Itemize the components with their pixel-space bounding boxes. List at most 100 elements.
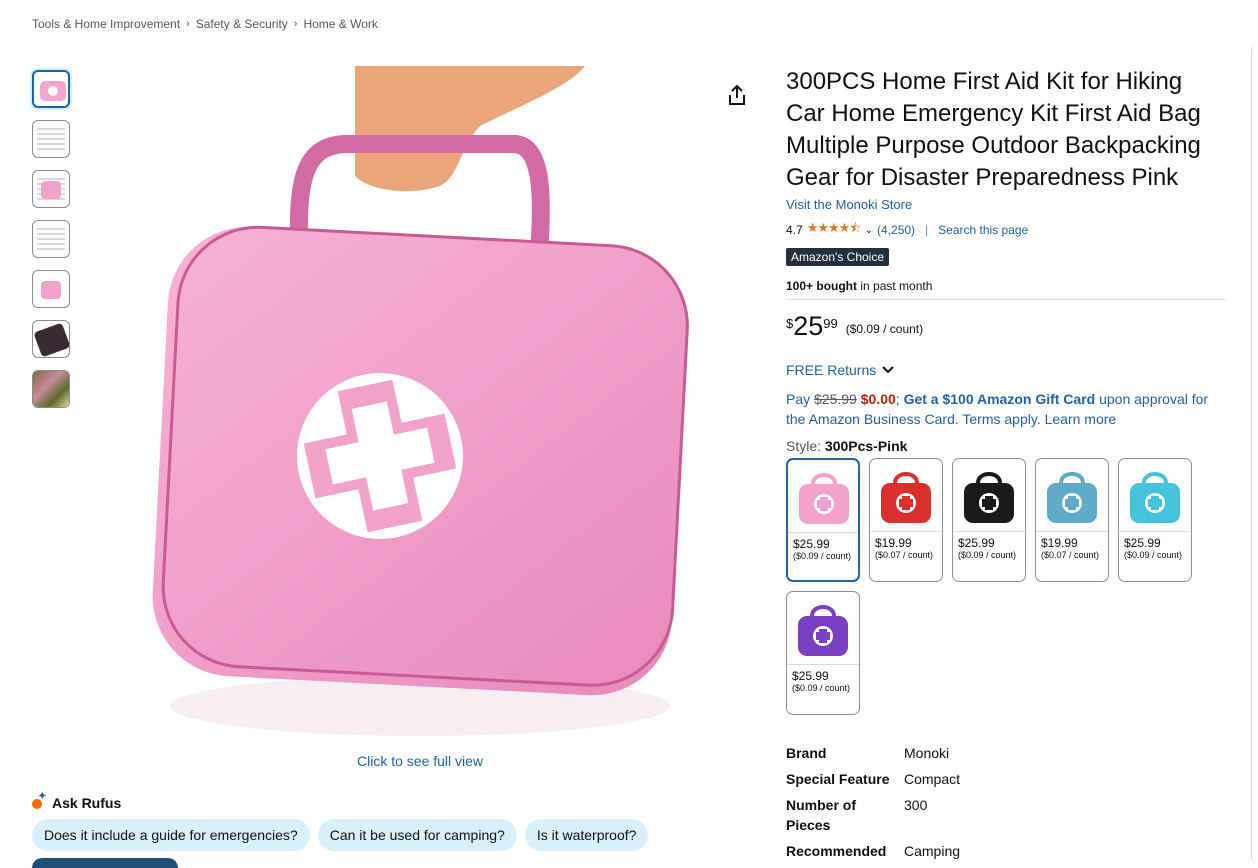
thumbnail-6[interactable] [32, 320, 70, 358]
chevron-down-icon [882, 366, 894, 374]
share-icon[interactable] [726, 84, 748, 106]
swatch-image [1130, 472, 1180, 523]
swatch-divider [953, 531, 1025, 532]
swatch-price: $25.99 [958, 536, 995, 550]
swatch-image [799, 473, 849, 524]
swatch-unit-price: ($0.07 / count) [1041, 550, 1100, 560]
style-swatches: $25.99 ($0.09 / count) $19.99 ($0.07 / coun… [786, 458, 1206, 715]
price-symbol: $ [786, 316, 794, 331]
rufus-icon [32, 791, 46, 810]
price-fraction: 99 [823, 316, 838, 331]
offer-new-price: $0.00 [860, 391, 896, 407]
style-swatch[interactable]: $25.99 ($0.09 / count) [786, 458, 860, 582]
free-returns-label: FREE Returns [786, 362, 877, 378]
product-title: 300PCS Home First Aid Kit for Hiking Car… [786, 68, 1201, 191]
business-card-offer[interactable]: Pay $25.99 $0.00; Get a $100 Amazon Gift… [786, 389, 1226, 429]
ask-rufus: Ask Rufus [32, 791, 122, 811]
swatch-price: $19.99 [1041, 536, 1078, 550]
swatch-image [964, 472, 1014, 523]
offer-gift-card: Get a $100 Amazon Gift Card [903, 391, 1096, 407]
spec-key: Special Feature [786, 771, 890, 787]
ask-rufus-title: Ask Rufus [52, 795, 122, 811]
swatch-price: $25.99 [1124, 536, 1161, 550]
style-swatch[interactable]: $19.99 ($0.07 / count) [869, 458, 943, 582]
spec-table: Brand Monoki Special Feature Compact Number … [786, 743, 960, 867]
thumbnail-3[interactable] [32, 170, 70, 208]
rufus-chip-guide[interactable]: Does it include a guide for emergencies? [32, 819, 310, 851]
rufus-chip-camping[interactable]: Can it be used for camping? [317, 819, 517, 851]
spec-key: Recommended [786, 843, 887, 859]
spec-value: Camping [904, 843, 961, 859]
search-page-link[interactable]: Search this page [938, 223, 1028, 237]
swatch-divider [1036, 531, 1108, 532]
style-swatch[interactable]: $25.99 ($0.09 / count) [952, 458, 1026, 582]
price: $ 25 99 ($0.09 / count) [786, 312, 1226, 340]
thumbnail-7[interactable] [32, 370, 70, 408]
swatch-price: $25.99 [793, 537, 830, 551]
bought-rest: in past month [857, 279, 933, 293]
thumbnail-2[interactable] [32, 120, 70, 158]
spec-value: 300 [904, 797, 928, 813]
thumbnail-4[interactable] [32, 220, 70, 258]
rufus-ask-button[interactable] [32, 858, 178, 868]
swatch-divider [1119, 531, 1191, 532]
price-per-unit: ($0.09 / count) [845, 322, 924, 336]
side-panel-edge [1251, 44, 1258, 864]
swatch-unit-price: ($0.09 / count) [793, 551, 852, 561]
store-link[interactable]: Visit the Monoki Store [786, 197, 1226, 212]
rating-row: 4.7 ★★★★⯪ ⌄ (4,250) | Search this page [786, 219, 1226, 241]
breadcrumb: Tools & Home Improvement › Safety & Secu… [32, 17, 378, 31]
swatch-unit-price: ($0.09 / count) [958, 550, 1017, 560]
style-swatch[interactable]: $25.99 ($0.09 / count) [786, 591, 860, 715]
spec-row: Brand Monoki [786, 743, 960, 763]
swatch-unit-price: ($0.09 / count) [1124, 550, 1183, 560]
divider: | [925, 223, 929, 237]
swatch-unit-price: ($0.09 / count) [792, 683, 851, 693]
product-details: 300PCS Home First Aid Kit for Hiking Car… [786, 66, 1226, 715]
style-label-key: Style: [786, 438, 825, 454]
spec-row: Special Feature Compact [786, 769, 960, 789]
swatch-price: $25.99 [792, 669, 829, 683]
thumbnail-1[interactable] [32, 70, 70, 108]
swatch-divider [787, 664, 859, 665]
breadcrumb-item-safety[interactable]: Safety & Security [196, 17, 288, 31]
swatch-divider [788, 532, 858, 533]
rufus-chip-waterproof[interactable]: Is it waterproof? [524, 819, 649, 851]
offer-separator: ; [895, 391, 904, 407]
breadcrumb-item-tools[interactable]: Tools & Home Improvement [32, 17, 180, 31]
free-returns-link[interactable]: FREE Returns [786, 362, 1226, 378]
spec-key: Number of Pieces [786, 797, 856, 833]
bought-bold: 100+ bought [786, 279, 858, 293]
bought-count: 100+ bought in past month [786, 279, 1226, 300]
style-swatch[interactable]: $25.99 ($0.09 / count) [1118, 458, 1192, 582]
swatch-image [1047, 472, 1097, 523]
breadcrumb-separator: › [186, 18, 190, 30]
chevron-down-icon[interactable]: ⌄ [865, 225, 873, 236]
spec-row: Recommended Camping [786, 841, 960, 861]
rating-value: 4.7 [786, 223, 803, 237]
swatch-price: $19.99 [875, 536, 912, 550]
swatch-image [798, 605, 848, 656]
swatch-divider [870, 531, 942, 532]
rufus-chips: Does it include a guide for emergencies?… [32, 819, 649, 851]
offer-old-price: $25.99 [814, 391, 857, 407]
full-view-link[interactable]: Click to see full view [357, 753, 483, 769]
style-value: 300Pcs-Pink [824, 438, 908, 454]
swatch-unit-price: ($0.07 / count) [875, 550, 934, 560]
spec-value: Monoki [904, 745, 950, 761]
style-label: Style: 300Pcs-Pink [786, 438, 1226, 454]
amazons-choice-badge: Amazon's Choice [786, 248, 889, 266]
spec-row: Number of Pieces 300 [786, 795, 960, 835]
main-product-image[interactable] [140, 66, 700, 756]
spec-key: Brand [786, 745, 827, 761]
thumbnail-list [32, 70, 74, 420]
breadcrumb-item-home-work[interactable]: Home & Work [303, 17, 377, 31]
thumbnail-5[interactable] [32, 270, 70, 308]
rating-count-link[interactable]: (4,250) [877, 223, 915, 237]
spec-value: Compact [904, 771, 961, 787]
price-whole: 25 [793, 311, 824, 341]
style-swatch[interactable]: $19.99 ($0.07 / count) [1035, 458, 1109, 582]
star-rating-icon[interactable]: ★★★★⯪ [807, 219, 862, 241]
swatch-image [881, 472, 931, 523]
learn-more-link[interactable]: Learn more [1045, 411, 1117, 427]
